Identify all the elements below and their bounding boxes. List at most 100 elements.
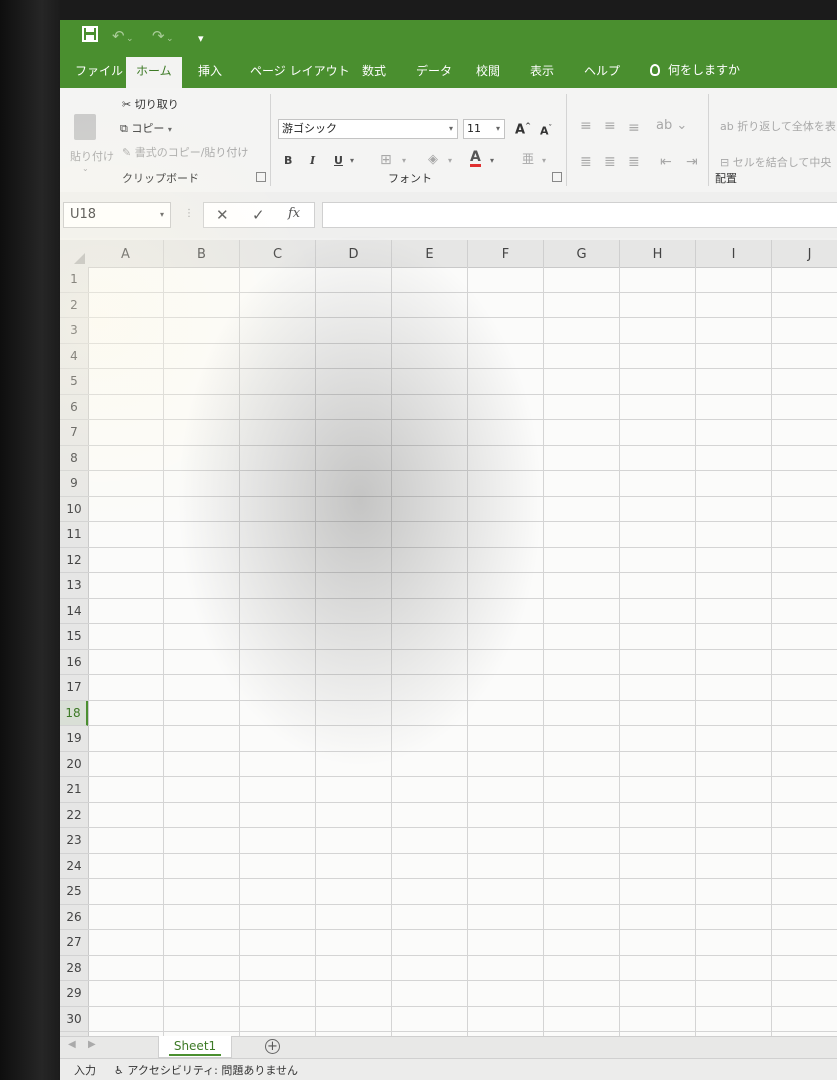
column-header[interactable]: H: [620, 240, 696, 267]
underline-dropdown-icon[interactable]: ▾: [350, 156, 354, 165]
align-right-icon[interactable]: ≣: [628, 154, 640, 170]
row-header[interactable]: 9: [60, 471, 88, 497]
tab-view[interactable]: 表示: [530, 62, 554, 79]
row-header[interactable]: 23: [60, 828, 88, 854]
row-header[interactable]: 11: [60, 522, 88, 548]
row-header[interactable]: 14: [60, 599, 88, 624]
row-header[interactable]: 6: [60, 395, 88, 420]
decrease-indent-icon[interactable]: ⇤: [660, 154, 672, 170]
clipboard-launcher-icon[interactable]: [256, 172, 266, 182]
row-header[interactable]: 17: [60, 675, 88, 701]
redo-icon[interactable]: ↷: [152, 26, 165, 46]
row-header[interactable]: 26: [60, 905, 88, 930]
cancel-icon[interactable]: ✕: [216, 206, 229, 224]
row-header[interactable]: 19: [60, 726, 88, 752]
fill-color-dropdown-icon[interactable]: ▾: [448, 156, 452, 165]
tab-page-layout[interactable]: ページ レイアウト: [250, 62, 350, 79]
save-icon[interactable]: [82, 26, 98, 47]
format-painter-button[interactable]: ✎ 書式のコピー/貼り付け: [122, 144, 248, 160]
bold-button[interactable]: B: [284, 154, 292, 167]
font-launcher-icon[interactable]: [552, 172, 562, 182]
drag-handle-icon[interactable]: ⋮: [184, 208, 194, 219]
paste-dropdown-icon[interactable]: ⌄: [82, 164, 89, 173]
phonetic-dropdown-icon[interactable]: ▾: [542, 156, 546, 165]
undo-dropdown-icon[interactable]: ⌄: [126, 29, 134, 49]
tab-formulas[interactable]: 数式: [362, 62, 386, 79]
row-header[interactable]: 25: [60, 879, 88, 905]
fill-color-icon[interactable]: ◈: [428, 152, 438, 167]
undo-icon[interactable]: ↶: [112, 26, 125, 46]
orientation-icon[interactable]: ab ⌄: [656, 118, 687, 133]
tab-data[interactable]: データ: [416, 62, 452, 79]
cut-button[interactable]: ✂ 切り取り: [122, 96, 179, 112]
row-header[interactable]: 20: [60, 752, 88, 777]
wrap-text-button[interactable]: ab 折り返して全体を表: [720, 118, 836, 134]
align-center-icon[interactable]: ≣: [604, 154, 616, 170]
column-header[interactable]: J: [772, 240, 837, 267]
redo-dropdown-icon[interactable]: ⌄: [166, 29, 174, 49]
column-header[interactable]: I: [696, 240, 772, 267]
tab-review[interactable]: 校閲: [476, 62, 500, 79]
copy-button[interactable]: ⧉ コピー ▾: [120, 120, 172, 136]
insert-function-icon[interactable]: fx: [288, 206, 300, 221]
shrink-font-button[interactable]: Aˇ: [540, 124, 552, 138]
merge-center-button[interactable]: ⊟ セルを結合して中央: [720, 154, 831, 170]
font-name-select[interactable]: 游ゴシック ▾: [278, 119, 458, 139]
accessibility-checker[interactable]: ♿ アクセシビリティ: 問題ありません: [114, 1062, 298, 1078]
align-middle-icon[interactable]: ≡: [604, 118, 616, 134]
column-header[interactable]: E: [392, 240, 468, 267]
italic-button[interactable]: I: [310, 154, 315, 167]
name-box[interactable]: U18 ▾: [63, 202, 171, 228]
row-header[interactable]: 28: [60, 956, 88, 981]
column-header[interactable]: C: [240, 240, 316, 267]
borders-dropdown-icon[interactable]: ▾: [402, 156, 406, 165]
row-header[interactable]: 8: [60, 446, 88, 471]
row-header[interactable]: 24: [60, 854, 88, 879]
row-header[interactable]: 15: [60, 624, 88, 650]
row-header[interactable]: 18: [60, 700, 88, 726]
worksheet-grid[interactable]: A B C D E F G H I J 1 2 3 4 5 6 7 8 9 10 11 12 13 14 15 16 17 18 19 2…: [60, 240, 837, 1040]
underline-button[interactable]: U: [334, 154, 343, 167]
font-size-select[interactable]: 11 ▾: [463, 119, 505, 139]
align-top-icon[interactable]: ≡: [580, 118, 592, 134]
align-left-icon[interactable]: ≣: [580, 154, 592, 170]
row-header[interactable]: 12: [60, 548, 88, 573]
tab-help[interactable]: ヘルプ: [584, 62, 620, 79]
phonetic-icon[interactable]: 亜: [522, 150, 534, 167]
row-header[interactable]: 3: [60, 318, 88, 344]
column-header[interactable]: B: [164, 240, 240, 267]
row-header[interactable]: 16: [60, 650, 88, 675]
add-sheet-icon[interactable]: +: [265, 1039, 280, 1054]
row-header[interactable]: 1: [60, 267, 88, 293]
tab-insert[interactable]: 挿入: [198, 62, 222, 79]
tab-home[interactable]: ホーム: [126, 57, 182, 88]
row-header[interactable]: 22: [60, 803, 88, 828]
row-header[interactable]: 10: [60, 497, 88, 522]
formula-input[interactable]: [322, 202, 837, 228]
enter-icon[interactable]: ✓: [252, 206, 265, 224]
column-header[interactable]: A: [88, 240, 164, 267]
borders-icon[interactable]: ⊞: [380, 152, 392, 168]
sheet-next-icon[interactable]: ▶: [88, 1039, 96, 1050]
row-header[interactable]: 27: [60, 930, 88, 956]
increase-indent-icon[interactable]: ⇥: [686, 154, 698, 170]
tab-file[interactable]: ファイル: [75, 62, 123, 79]
column-header[interactable]: F: [468, 240, 544, 267]
row-header[interactable]: 2: [60, 293, 88, 318]
row-header[interactable]: 30: [60, 1007, 88, 1032]
grow-font-button[interactable]: A^: [515, 122, 531, 137]
column-header[interactable]: D: [316, 240, 392, 267]
row-header[interactable]: 21: [60, 777, 88, 803]
row-header[interactable]: 4: [60, 344, 88, 369]
sheet-tab-sheet1[interactable]: Sheet1: [158, 1036, 232, 1058]
select-all-button[interactable]: [60, 240, 88, 267]
column-header[interactable]: G: [544, 240, 620, 267]
font-color-dropdown-icon[interactable]: ▾: [490, 156, 494, 165]
paste-icon[interactable]: [74, 114, 96, 140]
row-header[interactable]: 7: [60, 420, 88, 446]
sheet-prev-icon[interactable]: ◀: [68, 1039, 76, 1050]
row-header[interactable]: 13: [60, 573, 88, 599]
font-color-icon[interactable]: A: [470, 150, 481, 167]
tell-me-search[interactable]: 何をしますか: [650, 61, 740, 78]
customize-qat-icon[interactable]: ▾: [198, 29, 204, 49]
